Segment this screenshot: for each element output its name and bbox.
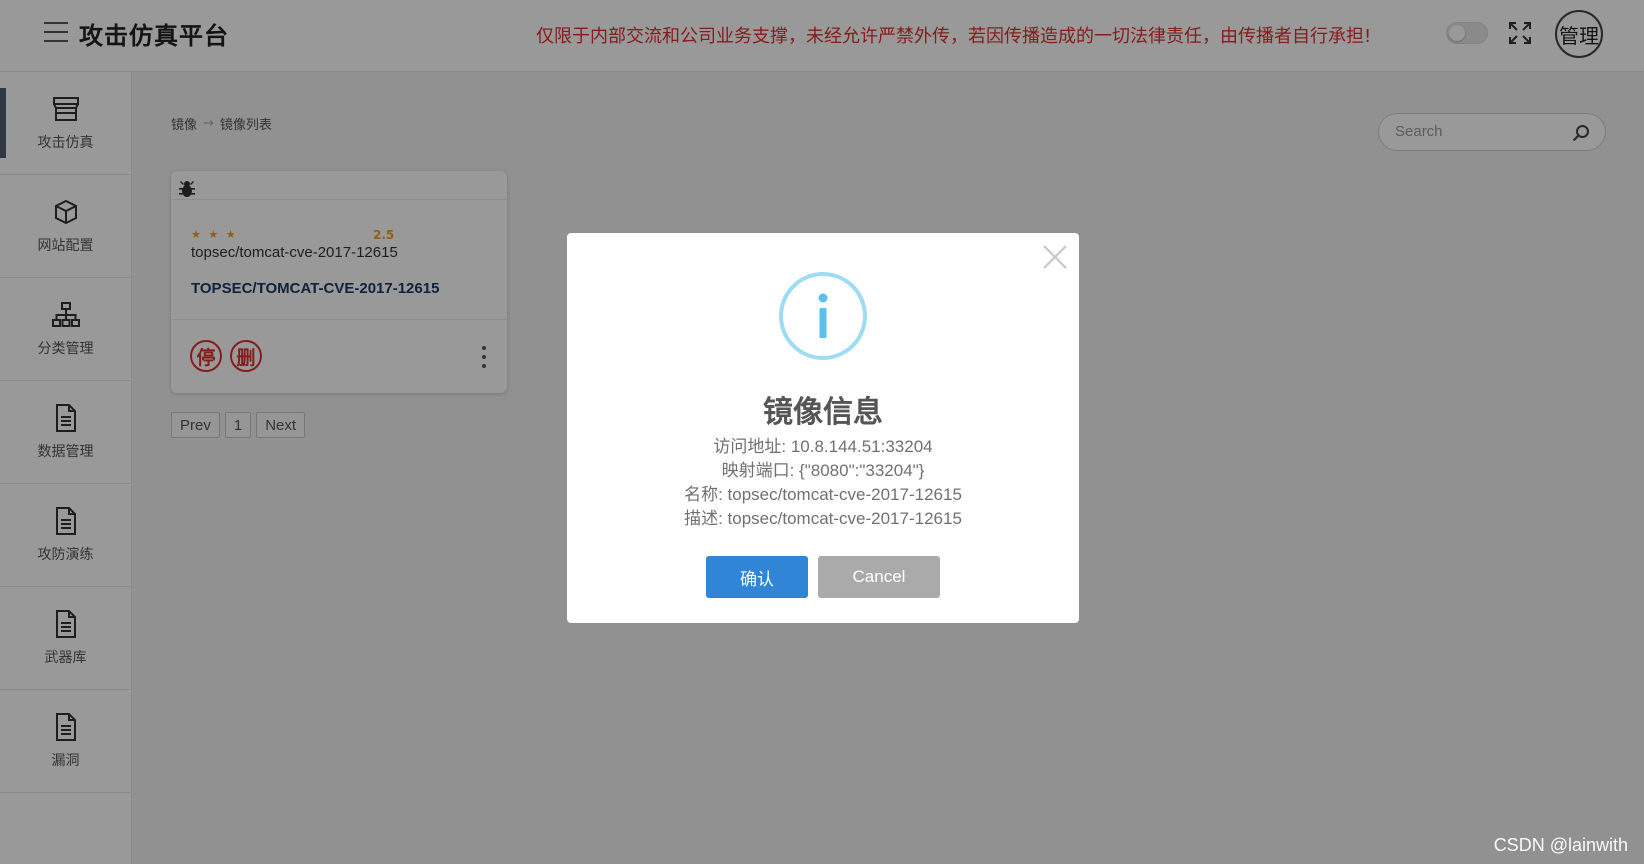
close-icon[interactable] — [1041, 243, 1069, 271]
dialog-title: 镜像信息 — [763, 395, 883, 430]
description-line: 描述: topsec/tomcat-cve-2017-12615 — [684, 509, 962, 528]
port-mapping-line: 映射端口: {"8080":"33204"} — [721, 461, 925, 480]
dialog-body: 访问地址: 10.8.144.51:33204 映射端口: {"8080":"3… — [567, 435, 1079, 531]
dialog-actions: 确认 Cancel — [567, 556, 1079, 598]
info-icon — [779, 272, 867, 360]
watermark: CSDN @lainwith — [1493, 835, 1628, 855]
access-address-line: 访问地址: 10.8.144.51:33204 — [713, 437, 933, 456]
name-line: 名称: topsec/tomcat-cve-2017-12615 — [684, 485, 962, 504]
confirm-button[interactable]: 确认 — [706, 556, 808, 598]
image-info-dialog: 镜像信息 访问地址: 10.8.144.51:33204 映射端口: {"808… — [567, 233, 1079, 623]
cancel-button[interactable]: Cancel — [818, 556, 940, 598]
